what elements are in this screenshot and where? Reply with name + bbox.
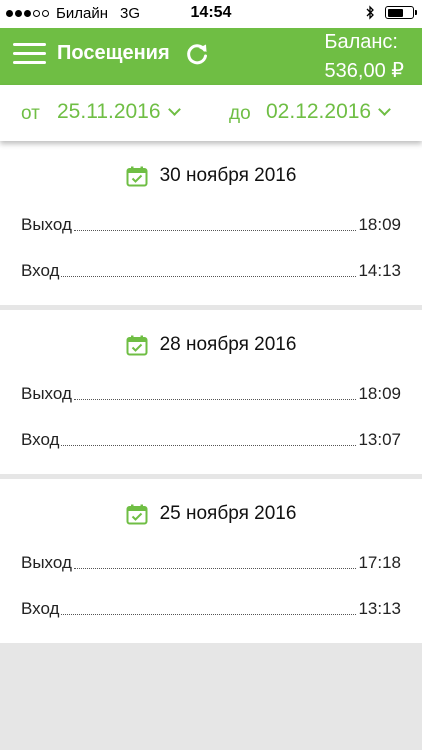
to-date-picker[interactable]: 02.12.2016 [266,100,391,124]
battery-icon [385,6,417,19]
entry-time: 13:07 [358,430,401,449]
chevron-down-icon [167,103,181,116]
status-time: 14:54 [190,4,232,21]
entry-time: 18:09 [358,215,401,234]
visits-list: 30 ноября 2016 Выход 18:09 Вход 14:13 28… [0,141,422,648]
dotted-leader [61,614,357,615]
balance-label: Баланс: [324,31,398,53]
visit-date: 30 ноября 2016 [159,165,297,186]
visit-date: 25 ноября 2016 [159,503,297,524]
entry-time: 13:13 [358,599,401,618]
status-bar: Билайн 3G 14:54 [0,0,422,28]
page-title: Посещения [57,42,170,64]
chevron-down-icon [378,103,391,116]
to-date-value: 02.12.2016 [266,100,372,123]
entry-time: 17:18 [358,553,401,572]
list-item: Вход 14:13 [21,261,401,281]
visit-date-header: 28 ноября 2016 [0,334,422,356]
dotted-leader [73,230,357,231]
entry-label: Выход [21,553,72,572]
calendar-check-icon [126,335,148,355]
visit-date-header: 25 ноября 2016 [0,503,422,525]
entry-label: Выход [21,215,72,234]
date-filter: от 25.11.2016 до 02.12.2016 [0,85,422,141]
visit-card: 30 ноября 2016 Выход 18:09 Вход 14:13 [0,141,422,305]
from-date-picker[interactable]: 25.11.2016 [57,100,181,124]
calendar-check-icon [126,166,148,186]
entry-label: Вход [21,261,60,280]
visit-date: 28 ноября 2016 [159,334,297,355]
dotted-leader [73,399,357,400]
to-label: до [229,103,251,124]
list-item: Выход 18:09 [21,384,401,404]
balance-value: 536,00 ₽ [324,60,404,82]
menu-icon [13,43,46,46]
list-item: Выход 17:18 [21,553,401,573]
from-date-value: 25.11.2016 [57,100,161,123]
dotted-leader [73,568,357,569]
list-item: Вход 13:13 [21,599,401,619]
status-right [366,5,417,20]
app-header: Посещения Баланс: 536,00 ₽ [0,28,422,85]
list-item: Вход 13:07 [21,430,401,450]
from-label: от [21,103,40,124]
visit-date-header: 30 ноября 2016 [0,165,422,187]
refresh-icon[interactable] [184,41,210,67]
entry-label: Вход [21,599,60,618]
entry-label: Вход [21,430,60,449]
entry-time: 18:09 [358,384,401,403]
list-item: Выход 18:09 [21,215,401,235]
visit-card: 28 ноября 2016 Выход 18:09 Вход 13:07 [0,310,422,474]
dotted-leader [61,445,357,446]
visit-card: 25 ноября 2016 Выход 17:18 Вход 13:13 [0,479,422,643]
menu-button[interactable] [13,43,46,67]
dotted-leader [61,276,357,277]
bluetooth-icon [366,5,374,20]
entry-time: 14:13 [358,261,401,280]
calendar-check-icon [126,504,148,524]
entry-label: Выход [21,384,72,403]
